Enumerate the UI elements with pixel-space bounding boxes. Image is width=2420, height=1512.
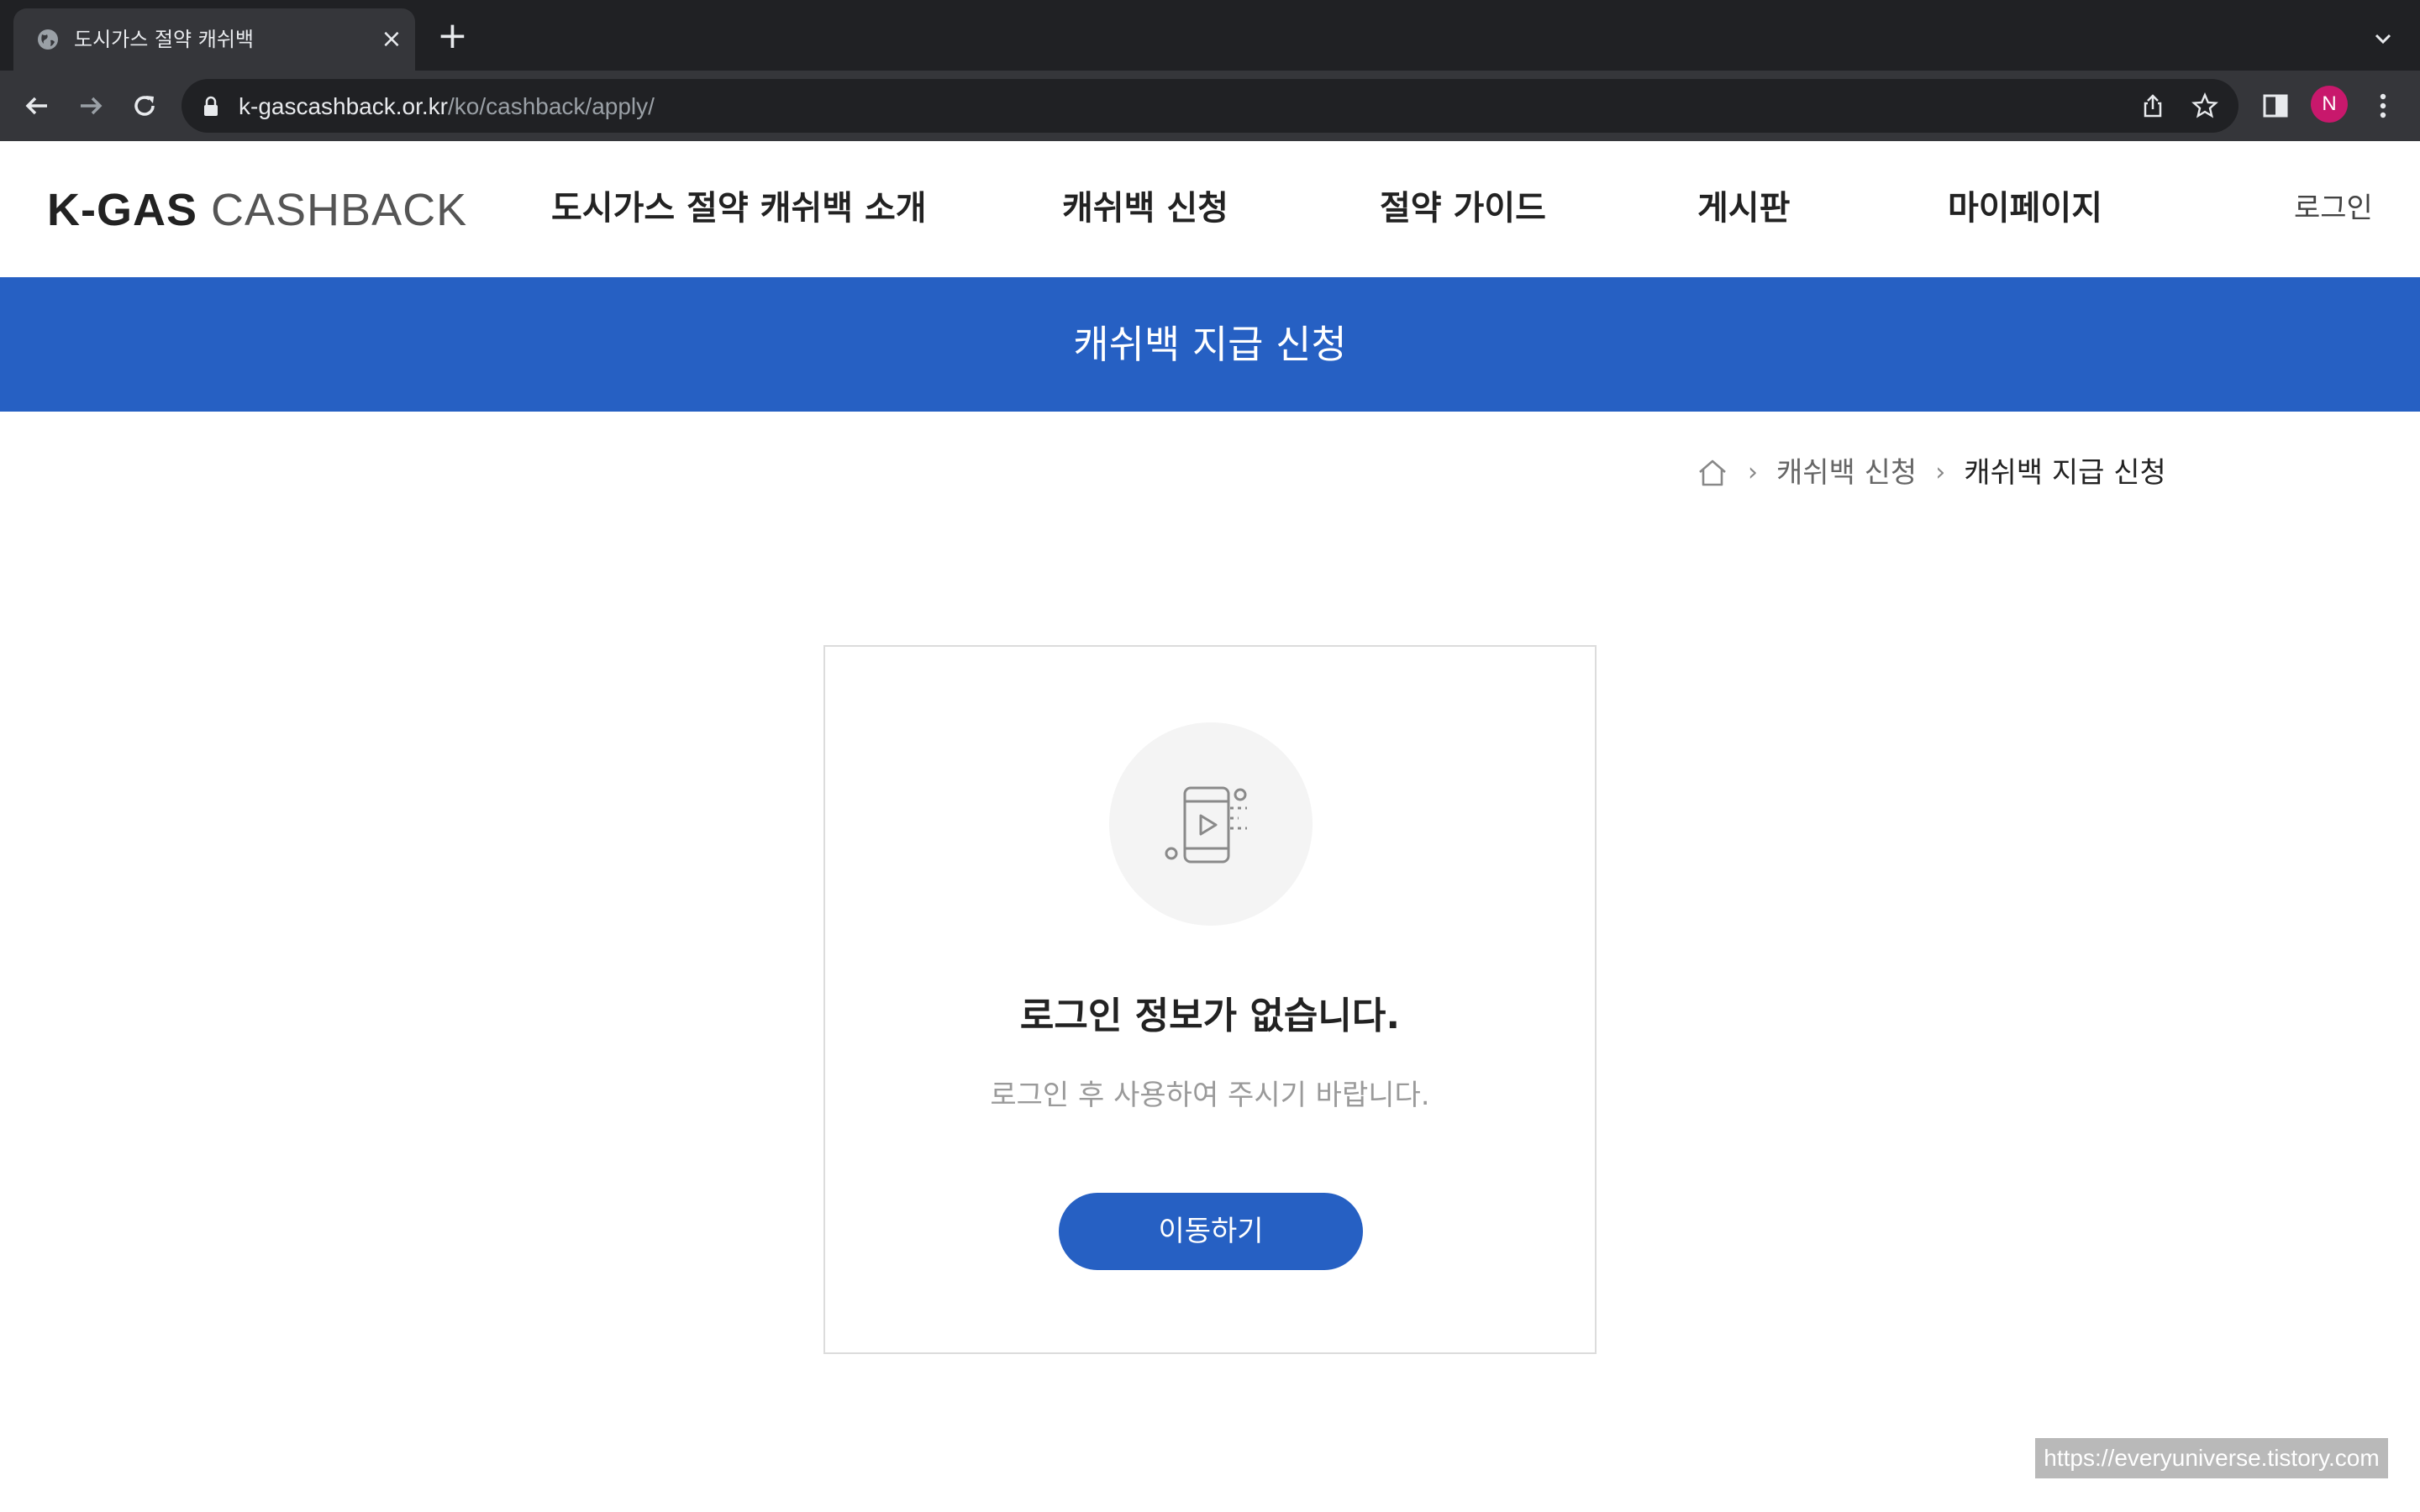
- tab-search-icon[interactable]: [2370, 25, 2396, 52]
- url-host: k-gascashback.or.kr: [239, 93, 448, 119]
- browser-toolbar: k-gascashback.or.kr/ko/cashback/apply/: [0, 71, 2420, 141]
- breadcrumb-item-apply[interactable]: 캐쉬백 신청: [1776, 454, 1917, 491]
- new-tab-icon[interactable]: +: [437, 18, 468, 55]
- breadcrumb: › 캐쉬백 신청 › 캐쉬백 지급 신청: [1696, 452, 2166, 494]
- share-icon[interactable]: [2139, 92, 2166, 119]
- close-icon[interactable]: ×: [380, 27, 403, 52]
- site-logo[interactable]: K-GAS CASHBACK: [47, 185, 467, 235]
- move-button[interactable]: 이동하기: [1059, 1193, 1363, 1270]
- home-icon[interactable]: [1696, 456, 1729, 490]
- url-path: /ko/cashback/apply/: [448, 93, 655, 119]
- lock-icon[interactable]: [202, 96, 220, 118]
- notice-title: 로그인 정보가 없습니다.: [1019, 995, 1401, 1037]
- page-banner: 캐쉬백 지급 신청: [0, 277, 2420, 412]
- breadcrumb-item-current: 캐쉬백 지급 신청: [1964, 456, 2166, 490]
- logo-bold: K-GAS: [47, 185, 197, 235]
- watermark: https://everyuniverse.tistory.com: [2035, 1438, 2388, 1478]
- nav-item-guide[interactable]: 절약 가이드: [1380, 185, 1546, 232]
- browser-tab[interactable]: 도시가스 절약 캐쉬백 ×: [13, 8, 415, 71]
- breadcrumb-separator-icon: ›: [1935, 458, 1946, 487]
- forward-icon[interactable]: [74, 89, 108, 123]
- notice-description: 로그인 후 사용하여 주시기 바랍니다.: [990, 1079, 1430, 1112]
- icon-circle: [1109, 722, 1313, 926]
- nav-item-mypage[interactable]: 마이페이지: [1948, 185, 2102, 232]
- tab-title: 도시가스 절약 캐쉬백: [74, 28, 254, 51]
- login-link[interactable]: 로그인: [2294, 188, 2373, 228]
- site-header: K-GAS CASHBACK 도시가스 절약 캐쉬백 소개 캐쉬백 신청 절약 …: [0, 141, 2420, 277]
- login-required-card: 로그인 정보가 없습니다. 로그인 후 사용하여 주시기 바랍니다. 이동하기: [823, 645, 1597, 1354]
- page-title: 캐쉬백 지급 신청: [1073, 322, 1347, 367]
- globe-icon: [38, 29, 58, 50]
- address-bar[interactable]: k-gascashback.or.kr/ko/cashback/apply/: [182, 79, 2238, 133]
- mobile-play-icon: [1165, 786, 1247, 864]
- back-icon[interactable]: [20, 89, 54, 123]
- profile-avatar[interactable]: N: [2311, 86, 2348, 123]
- nav-item-intro[interactable]: 도시가스 절약 캐쉬백 소개: [551, 185, 927, 232]
- bookmark-star-icon[interactable]: [2191, 92, 2218, 119]
- nav-item-board[interactable]: 게시판: [1697, 185, 1790, 232]
- side-panel-icon[interactable]: [2259, 89, 2292, 123]
- url-text[interactable]: k-gascashback.or.kr/ko/cashback/apply/: [239, 92, 655, 121]
- nav-item-apply[interactable]: 캐쉬백 신청: [1062, 185, 1228, 232]
- browser-tab-strip: 도시가스 절약 캐쉬백 × +: [0, 0, 2420, 71]
- breadcrumb-separator-icon: ›: [1748, 458, 1758, 487]
- reload-icon[interactable]: [128, 89, 161, 123]
- logo-light: CASHBACK: [211, 185, 468, 235]
- menu-icon[interactable]: [2366, 89, 2400, 123]
